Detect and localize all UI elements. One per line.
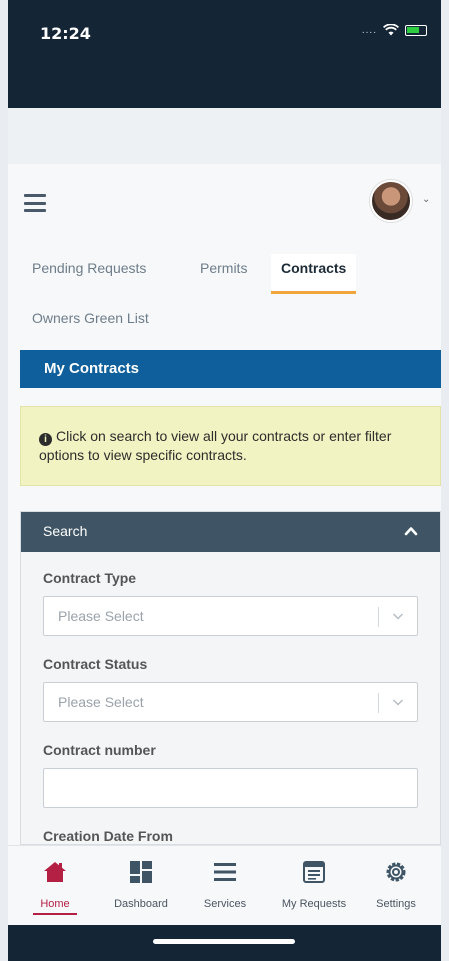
nav-services-label: Services bbox=[203, 898, 247, 910]
nav-my-requests[interactable]: My Requests bbox=[271, 860, 357, 910]
home-indicator[interactable] bbox=[153, 939, 295, 944]
contract-type-placeholder: Please Select bbox=[58, 608, 144, 624]
home-icon bbox=[44, 862, 66, 882]
contract-type-label: Contract Type bbox=[43, 570, 137, 586]
settings-icon bbox=[386, 862, 406, 882]
section-title: My Contracts bbox=[20, 350, 441, 388]
contract-status-select[interactable]: Please Select bbox=[43, 682, 418, 722]
search-panel-title: Search bbox=[43, 523, 88, 539]
chevron-down-icon[interactable]: ⌄ bbox=[422, 194, 430, 205]
tab-owners-green-list[interactable]: Owners Green List bbox=[32, 310, 149, 326]
nav-home[interactable]: Home bbox=[12, 860, 98, 915]
my-requests-icon bbox=[303, 861, 325, 883]
nav-settings[interactable]: Settings bbox=[353, 860, 439, 910]
chevron-up-icon[interactable] bbox=[404, 524, 418, 538]
tabs-bar: Pending Requests Permits Contracts bbox=[8, 254, 441, 294]
signal-icon: .... bbox=[361, 24, 377, 36]
info-message: Click on search to view all your contrac… bbox=[39, 428, 392, 463]
top-spacer bbox=[8, 108, 441, 164]
hamburger-menu-icon[interactable] bbox=[24, 194, 46, 212]
status-time: 12:24 bbox=[40, 24, 91, 43]
tab-pending-requests[interactable]: Pending Requests bbox=[32, 260, 146, 276]
bottom-navigation: Home Dashboard Services My Requests Sett… bbox=[8, 845, 441, 925]
search-panel-header[interactable]: Search bbox=[21, 512, 440, 552]
active-indicator bbox=[33, 913, 77, 915]
tab-permits[interactable]: Permits bbox=[200, 260, 247, 276]
app-content: ⌄ Pending Requests Permits Contracts Own… bbox=[8, 108, 441, 845]
wifi-icon bbox=[383, 24, 399, 36]
system-bottom-bar bbox=[8, 925, 441, 961]
select-divider bbox=[378, 693, 379, 713]
nav-my-requests-label: My Requests bbox=[281, 898, 347, 910]
info-message-box: i Click on search to view all your contra… bbox=[20, 406, 441, 486]
contract-status-label: Contract Status bbox=[43, 656, 148, 672]
contract-type-select[interactable]: Please Select bbox=[43, 596, 418, 636]
search-panel: Search Contract Type Please Select Contr… bbox=[20, 511, 441, 845]
tab-contracts[interactable]: Contracts bbox=[271, 254, 357, 294]
nav-settings-label: Settings bbox=[376, 898, 416, 910]
contract-number-label: Contract number bbox=[43, 742, 156, 758]
select-divider bbox=[378, 607, 379, 627]
info-icon: i bbox=[39, 433, 52, 446]
nav-home-label: Home bbox=[40, 898, 70, 910]
nav-dashboard-label: Dashboard bbox=[114, 898, 168, 910]
chevron-down-icon[interactable] bbox=[391, 609, 405, 623]
user-avatar[interactable] bbox=[370, 180, 412, 222]
dashboard-icon bbox=[130, 861, 152, 883]
services-icon bbox=[214, 863, 236, 881]
contract-status-placeholder: Please Select bbox=[58, 694, 144, 710]
contract-number-input[interactable] bbox=[43, 768, 418, 808]
creation-date-from-label: Creation Date From bbox=[43, 828, 173, 844]
nav-services[interactable]: Services bbox=[182, 860, 268, 910]
app-header: ⌄ bbox=[8, 164, 441, 244]
chevron-down-icon[interactable] bbox=[391, 695, 405, 709]
battery-icon bbox=[405, 24, 427, 36]
status-indicators: .... bbox=[362, 24, 427, 36]
status-bar: 12:24 .... bbox=[8, 0, 441, 108]
nav-dashboard[interactable]: Dashboard bbox=[98, 860, 184, 910]
